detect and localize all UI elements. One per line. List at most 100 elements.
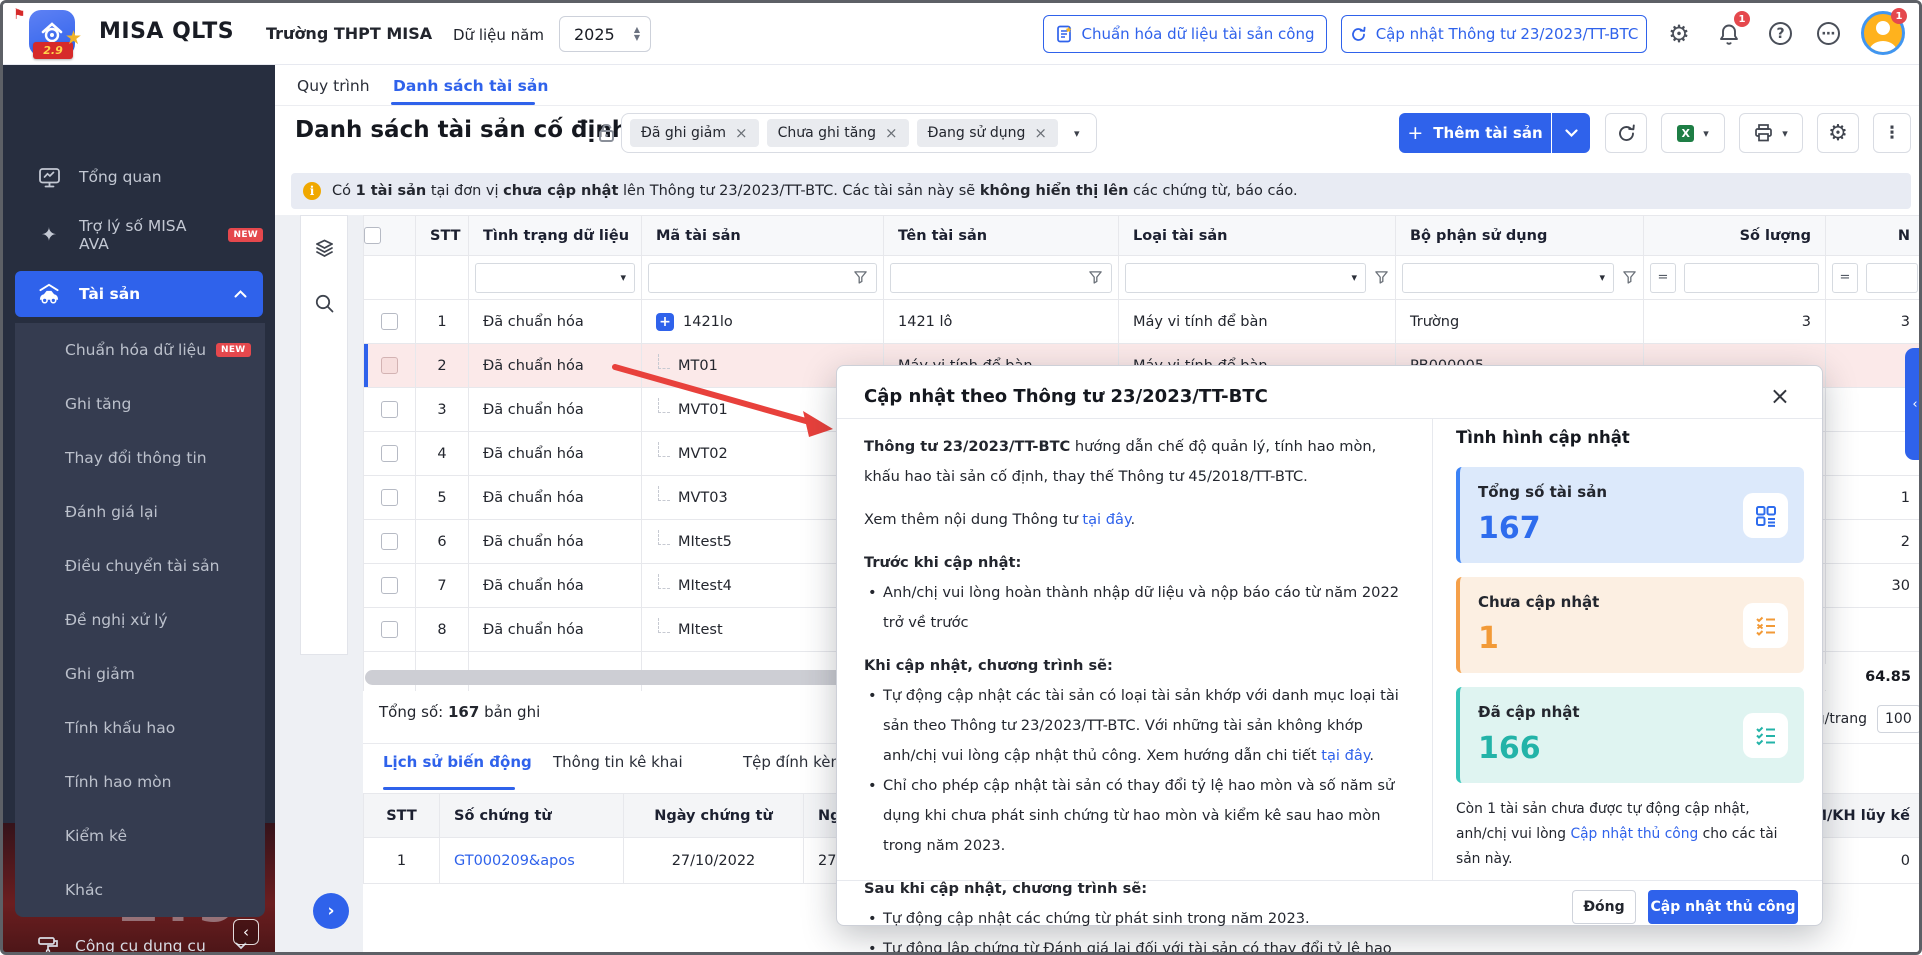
year-value: 2025	[560, 25, 634, 44]
add-asset-button[interactable]: + Thêm tài sản	[1399, 113, 1551, 153]
col-stt[interactable]: STT	[416, 216, 469, 256]
close-icon[interactable]: ×	[1034, 124, 1047, 142]
close-icon[interactable]: ×	[735, 124, 748, 142]
caret-down-icon: ▾	[1703, 127, 1709, 140]
side-panel-toggle[interactable]: ‹	[1905, 348, 1922, 460]
equals-operator[interactable]: =	[1832, 263, 1858, 293]
rows-per-page-select[interactable]: 100	[1877, 705, 1921, 733]
car-icon	[37, 282, 61, 306]
row-checkbox[interactable]	[381, 401, 398, 418]
document-link[interactable]: GT000209&apos	[454, 853, 575, 869]
status-filter-select[interactable]: ▾	[475, 263, 635, 293]
submenu-item-decrease[interactable]: Ghi giảm	[15, 647, 265, 701]
table-row[interactable]: 1 Đã chuẩn hóa +1421lo 1421 lô Máy vi tí…	[364, 300, 1922, 344]
manual-update-link[interactable]: Cập nhật thủ công	[1570, 826, 1698, 842]
expand-detail-button[interactable]: ›	[313, 893, 349, 929]
col-dept[interactable]: Bộ phận sử dụng	[1396, 216, 1644, 256]
col-name[interactable]: Tên tài sản	[884, 216, 1119, 256]
close-icon[interactable]: ×	[1770, 382, 1790, 410]
row-checkbox[interactable]	[381, 445, 398, 462]
name-filter-input[interactable]	[890, 263, 1112, 293]
dept-filter-select[interactable]: ▾	[1402, 263, 1614, 293]
normalize-data-button[interactable]: Chuẩn hóa dữ liệu tài sản công	[1043, 15, 1327, 53]
sidebar-item-ava-assistant[interactable]: ✦ Trợ lý số MISA AVA NEW	[15, 213, 263, 257]
tabbar-divider	[275, 105, 1922, 106]
equals-operator[interactable]: =	[1650, 263, 1676, 293]
add-asset-dropdown[interactable]	[1552, 113, 1590, 153]
record-count: Tổng số: 167 bản ghi	[379, 703, 540, 721]
expand-icon[interactable]: +	[656, 313, 674, 331]
unlock-icon[interactable]	[597, 122, 616, 143]
filter-chip[interactable]: Đã ghi giảm×	[630, 119, 759, 147]
row-checkbox[interactable]	[381, 621, 398, 638]
close-button[interactable]: Đóng	[1572, 890, 1636, 924]
tree-indent	[658, 354, 670, 369]
submenu-item-disposal-request[interactable]: Đề nghị xử lý	[15, 593, 265, 647]
filter-chip[interactable]: Chưa ghi tăng×	[767, 119, 909, 147]
sidebar-item-tools[interactable]: Công cụ dụng cụ	[15, 923, 263, 955]
circular-link[interactable]: tại đây	[1082, 511, 1130, 528]
print-button[interactable]: ▾	[1739, 113, 1803, 153]
filter-chip[interactable]: Đang sử dụng×	[917, 119, 1058, 147]
spin-down-icon[interactable]: ▼	[634, 34, 640, 42]
sidebar-item-assets[interactable]: Tài sản	[15, 271, 263, 317]
type-filter-select[interactable]: ▾	[1125, 263, 1366, 293]
layers-filter-icon[interactable]	[314, 238, 335, 259]
submenu-item-wear[interactable]: Tính hao mòn	[15, 755, 265, 809]
grid-settings-button[interactable]: ⚙	[1817, 113, 1859, 153]
refresh-button[interactable]	[1605, 113, 1647, 153]
col-status[interactable]: Tình trạng dữ liệu	[469, 216, 642, 256]
row-checkbox[interactable]	[381, 533, 398, 550]
search-icon[interactable]	[314, 293, 335, 314]
submenu-item-increase[interactable]: Ghi tăng	[15, 377, 265, 431]
help-icon[interactable]: ?	[1769, 22, 1792, 45]
funnel-icon	[853, 270, 868, 285]
app-name: MISA QLTS	[99, 19, 234, 44]
submenu-item-change-info[interactable]: Thay đổi thông tin	[15, 431, 265, 485]
settings-icon[interactable]: ⚙	[1665, 20, 1693, 48]
col-doc-no: Số chứng từ	[440, 794, 624, 838]
tab-asset-list[interactable]: Danh sách tài sản	[393, 77, 548, 95]
col-code[interactable]: Mã tài sản	[642, 216, 884, 256]
submenu-item-normalize[interactable]: Chuẩn hóa dữ liệuNEW	[15, 323, 265, 377]
guide-link[interactable]: tại đây	[1321, 747, 1369, 764]
submenu-item-revaluate[interactable]: Đánh giá lại	[15, 485, 265, 539]
row-checkbox[interactable]	[381, 489, 398, 506]
tab-attachments[interactable]: Tệp đính kèm	[743, 753, 845, 771]
submenu-item-transfer[interactable]: Điều chuyển tài sản	[15, 539, 265, 593]
col-qty[interactable]: Số lượng	[1644, 216, 1826, 256]
submenu-item-depreciation[interactable]: Tính khấu hao	[15, 701, 265, 755]
submenu-item-other[interactable]: Khác	[15, 863, 265, 917]
col-clipped[interactable]: N	[1826, 216, 1922, 256]
manual-update-button[interactable]: Cập nhật thủ công	[1648, 890, 1798, 924]
submenu-item-inventory[interactable]: Kiểm kê	[15, 809, 265, 863]
row-checkbox[interactable]	[381, 313, 398, 330]
chips-dropdown-icon[interactable]: ▾	[1066, 127, 1088, 140]
year-spinner[interactable]: 2025 ▲ ▼	[559, 16, 651, 52]
update-circular-button[interactable]: Cập nhật Thông tư 23/2023/TT-BTC	[1341, 15, 1647, 53]
funnel-icon[interactable]	[1374, 270, 1389, 285]
sparkle-icon: ✦	[37, 223, 61, 247]
qty-filter-input[interactable]	[1684, 263, 1819, 293]
funnel-icon[interactable]	[1622, 270, 1637, 285]
more-actions-button[interactable]: ⋮	[1873, 113, 1911, 153]
close-icon[interactable]: ×	[885, 124, 898, 142]
tab-declaration[interactable]: Thông tin kê khai	[553, 753, 683, 771]
update-circular-label: Cập nhật Thông tư 23/2023/TT-BTC	[1376, 25, 1639, 43]
tab-workflow[interactable]: Quy trình	[297, 77, 370, 95]
more-icon[interactable]: ⋯	[1817, 22, 1840, 45]
update-circular-modal: Cập nhật theo Thông tư 23/2023/TT-BTC × …	[836, 365, 1823, 926]
sidebar-collapse-button[interactable]: ‹	[233, 919, 259, 945]
code-filter-input[interactable]	[648, 263, 877, 293]
row-checkbox[interactable]	[381, 577, 398, 594]
grid-icon	[1743, 493, 1788, 538]
tree-indent	[658, 574, 670, 589]
col-type[interactable]: Loại tài sản	[1119, 216, 1396, 256]
export-excel-button[interactable]: X ▾	[1661, 113, 1725, 153]
sidebar-item-overview[interactable]: Tổng quan	[15, 155, 263, 199]
clipped-filter-input[interactable]	[1866, 263, 1918, 293]
row-checkbox[interactable]	[381, 357, 398, 374]
organization-name[interactable]: Trường THPT MISA	[266, 24, 432, 43]
select-all-checkbox[interactable]	[364, 227, 381, 244]
tab-history[interactable]: Lịch sử biến động	[383, 753, 532, 771]
